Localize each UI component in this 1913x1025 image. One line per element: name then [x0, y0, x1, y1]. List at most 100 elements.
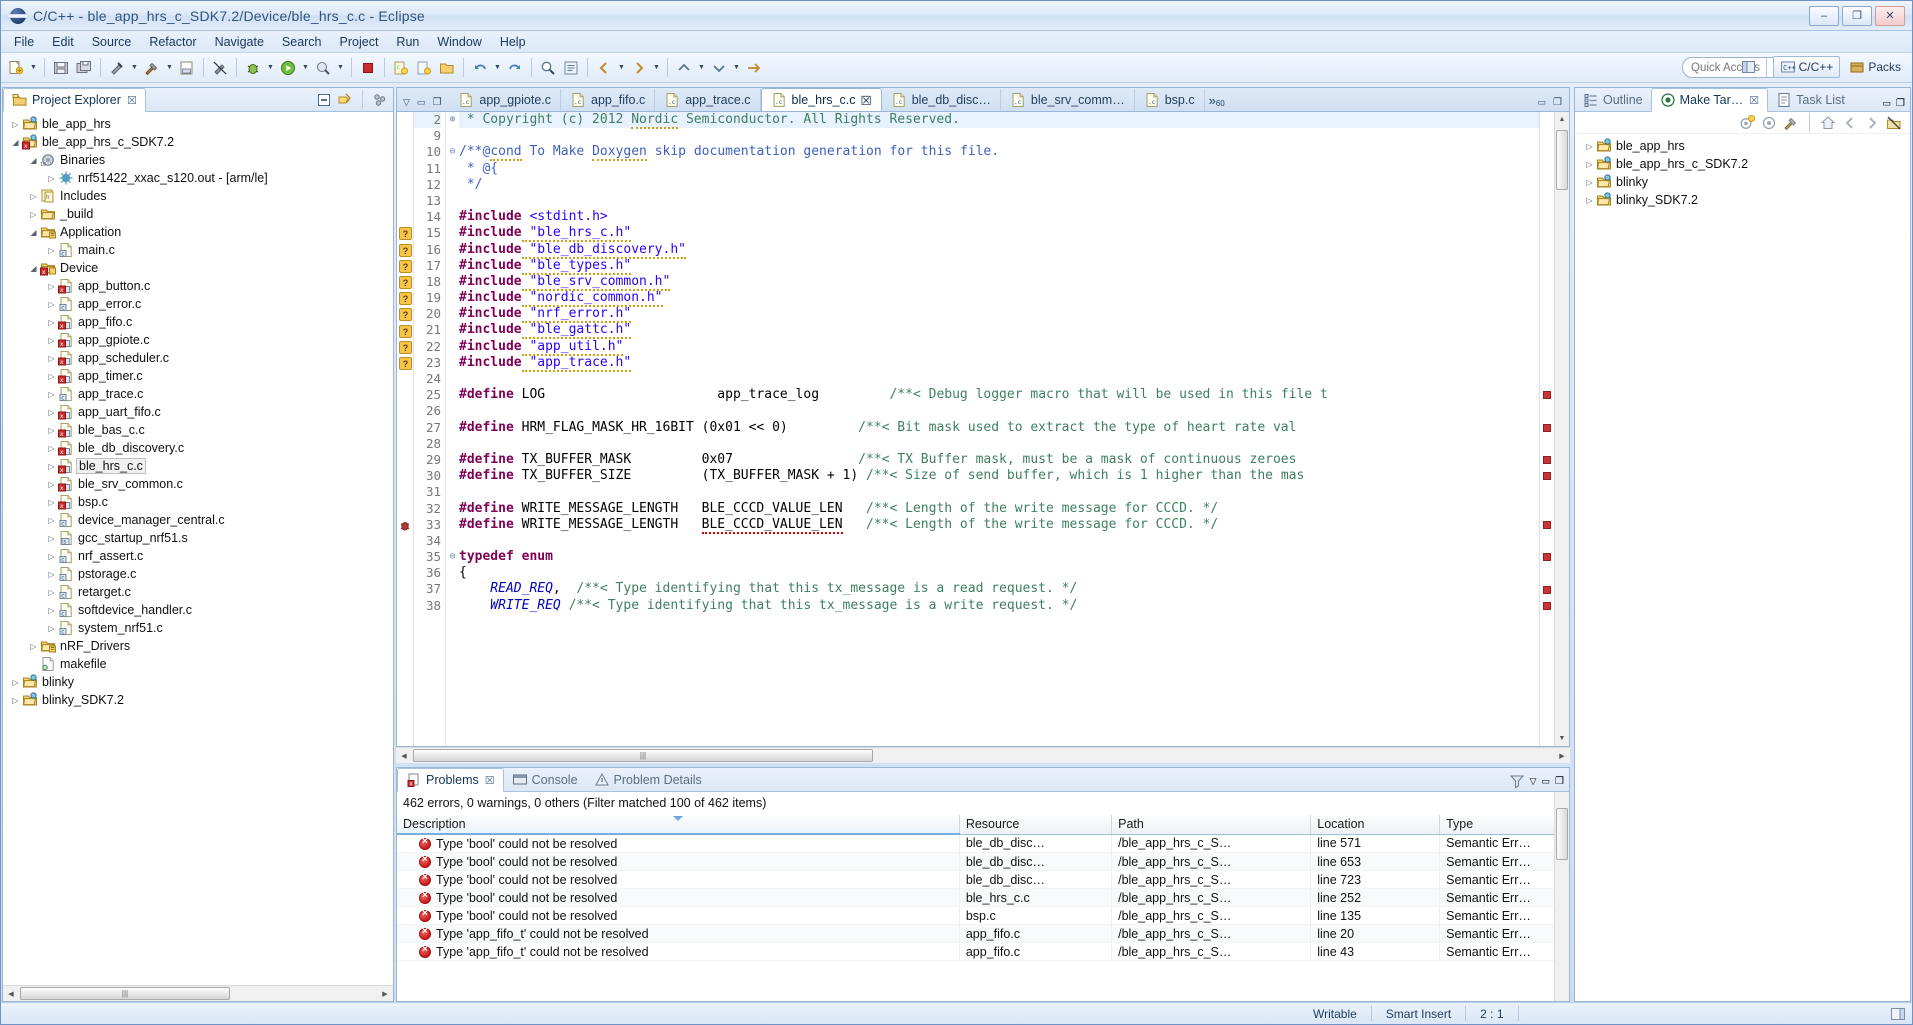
problem-row[interactable]: Type 'bool' could not be resolved ble_db_…	[397, 834, 1569, 853]
tree-item[interactable]: ▷ h Includes	[3, 187, 393, 205]
new-c-project-button[interactable]: c	[390, 57, 412, 79]
collapsed-twisty-icon[interactable]: ▷	[1583, 178, 1596, 187]
collapsed-twisty-icon[interactable]: ▷	[45, 570, 58, 579]
column-header-resource[interactable]: Resource	[959, 815, 1113, 835]
collapsed-twisty-icon[interactable]: ▷	[45, 606, 58, 615]
tab-problem-details[interactable]: Problem Details	[586, 768, 710, 791]
tree-item[interactable]: ▷ ble_app_hrs	[3, 115, 393, 133]
collapsed-twisty-icon[interactable]: ▷	[45, 480, 58, 489]
tree-item[interactable]: ▷ c softdevice_handler.c	[3, 601, 393, 619]
build-configurations-button[interactable]	[176, 57, 198, 79]
minimize-editor-stack-icon[interactable]: ▭	[1538, 97, 1547, 108]
editor-scroll-left-arrow[interactable]: ◀	[396, 748, 412, 763]
menu-help[interactable]: Help	[491, 33, 535, 51]
collapsed-twisty-icon[interactable]: ▷	[45, 174, 58, 183]
collapse-all-icon[interactable]	[316, 92, 332, 108]
collapsed-twisty-icon[interactable]: ▷	[45, 444, 58, 453]
code-line[interactable]: #include "ble_gattc.h"	[459, 322, 1539, 340]
warning-marker-icon[interactable]: ?	[399, 308, 412, 322]
tree-item[interactable]: ◢ Application	[3, 223, 393, 241]
tree-item[interactable]: ▷ x bsp.c	[3, 493, 393, 511]
build-dropdown-arrow[interactable]: ▼	[129, 57, 140, 79]
close-icon[interactable]: ☒	[1749, 94, 1759, 107]
warning-marker-icon[interactable]: ?	[399, 340, 412, 354]
tree-item[interactable]: ▷ x app_gpiote.c	[3, 331, 393, 349]
column-header-path[interactable]: Path	[1111, 815, 1312, 835]
problem-row[interactable]: Type 'bool' could not be resolved ble_db_…	[397, 870, 1569, 889]
overview-error-mark[interactable]	[1543, 391, 1551, 400]
collapsed-twisty-icon[interactable]: ▷	[45, 552, 58, 561]
tree-item[interactable]: ▷ nrf51422_xxac_s120.out - [arm/le]	[3, 169, 393, 187]
fold-toggle-icon[interactable]: ⊖	[446, 549, 459, 565]
code-line[interactable]: #define LOG app_trace_log /**< Debug log…	[459, 387, 1539, 403]
collapsed-twisty-icon[interactable]: ▷	[45, 246, 58, 255]
overview-error-mark[interactable]	[1543, 585, 1551, 594]
search-button[interactable]	[537, 57, 559, 79]
toggle-sidebar-icon[interactable]	[1890, 1006, 1906, 1022]
tree-item[interactable]: ◢ 10 Binaries	[3, 151, 393, 169]
collapsed-twisty-icon[interactable]: ▷	[45, 498, 58, 507]
collapsed-twisty-icon[interactable]: ▷	[45, 336, 58, 345]
previous-annotation-dropdown-arrow[interactable]: ▼	[696, 57, 707, 79]
problem-row[interactable]: Type 'bool' could not be resolved ble_hrs…	[397, 888, 1569, 907]
view-menu-icon[interactable]	[372, 92, 388, 108]
overview-error-mark[interactable]	[1543, 521, 1551, 529]
code-line[interactable]: #define WRITE_MESSAGE_LENGTH BLE_CCCD_VA…	[459, 516, 1539, 534]
collapsed-twisty-icon[interactable]: ▷	[45, 408, 58, 417]
tree-item[interactable]: ▷ x app_uart_fifo.c	[3, 403, 393, 421]
close-icon[interactable]: ☒	[485, 774, 495, 787]
tree-item[interactable]: ▷ x app_fifo.c	[3, 313, 393, 331]
collapsed-twisty-icon[interactable]: ▷	[45, 516, 58, 525]
close-icon[interactable]: ☒	[860, 93, 871, 108]
editor-tab-app-gpiote-c[interactable]: .c app_gpiote.c	[449, 89, 561, 111]
scroll-right-arrow[interactable]: ▶	[377, 986, 393, 1001]
tree-item[interactable]: ▷ c main.c	[3, 241, 393, 259]
code-line[interactable]: #define WRITE_MESSAGE_LENGTH BLE_CCCD_VA…	[459, 501, 1539, 517]
tree-item[interactable]: ▷ c nrf_assert.c	[3, 547, 393, 565]
code-line[interactable]	[459, 403, 1539, 419]
undo-dropdown-arrow[interactable]: ▼	[492, 57, 503, 79]
new-cpp-project-button[interactable]	[413, 57, 435, 79]
tab-make-target[interactable]: Make Tar… ☒	[1650, 88, 1769, 112]
menu-refactor[interactable]: Refactor	[140, 33, 205, 51]
close-icon[interactable]: ☒	[127, 94, 137, 107]
code-line[interactable]	[459, 533, 1539, 549]
tree-item[interactable]: ◢ x ble_app_hrs_c_SDK7.2	[3, 133, 393, 151]
warning-marker-icon[interactable]: ?	[399, 324, 412, 338]
tree-item[interactable]: ▷ c device_manager_central.c	[3, 511, 393, 529]
make-target-item[interactable]: ▷ ble_app_hrs	[1575, 137, 1910, 155]
tree-item[interactable]: ▷ c system_nrf51.c	[3, 619, 393, 637]
collapsed-twisty-icon[interactable]: ▷	[45, 390, 58, 399]
run-button[interactable]	[277, 57, 299, 79]
code-line[interactable]: #include "ble_hrs_c.h"	[459, 225, 1539, 243]
overview-error-mark[interactable]	[1543, 472, 1551, 481]
next-annotation-dropdown-arrow[interactable]: ▼	[731, 57, 742, 79]
code-line[interactable]: #include <stdint.h>	[459, 209, 1539, 225]
collapsed-twisty-icon[interactable]: ▷	[27, 210, 40, 219]
problems-table[interactable]: Description Resource Path Location Type Type…	[397, 815, 1569, 961]
collapsed-twisty-icon[interactable]: ▷	[1583, 160, 1596, 169]
editor-tab-ble-hrs-c-c[interactable]: .c ble_hrs_c.c ☒	[760, 88, 882, 111]
link-with-editor-icon[interactable]	[337, 92, 353, 108]
edit-make-target-icon[interactable]	[1761, 115, 1777, 131]
collapsed-twisty-icon[interactable]: ▷	[45, 588, 58, 597]
collapsed-twisty-icon[interactable]: ▷	[9, 120, 22, 129]
tree-item[interactable]: ▷ blinky	[3, 673, 393, 691]
collapsed-twisty-icon[interactable]: ▷	[45, 372, 58, 381]
collapsed-twisty-icon[interactable]: ▷	[45, 354, 58, 363]
add-make-target-icon[interactable]	[1739, 114, 1755, 131]
perspective-cpp[interactable]: C++ C/C++	[1772, 56, 1841, 78]
tree-item[interactable]: ▷ x ble_hrs_c.c	[3, 457, 393, 475]
code-line[interactable]: #define TX_BUFFER_SIZE (TX_BUFFER_MASK +…	[459, 468, 1539, 484]
code-line[interactable]	[459, 128, 1539, 144]
back-dropdown-arrow[interactable]: ▼	[616, 57, 627, 79]
fold-toggle-icon[interactable]: ⊖	[446, 144, 459, 160]
collapsed-twisty-icon[interactable]: ▷	[45, 534, 58, 543]
editor-overview-ruler[interactable]	[1539, 112, 1554, 746]
problem-row[interactable]: Type 'bool' could not be resolved bsp.c/b…	[397, 906, 1569, 925]
tab-project-explorer[interactable]: Project Explorer ☒	[3, 88, 146, 112]
scroll-up-arrow[interactable]: ▲	[1555, 112, 1569, 127]
filters-icon[interactable]	[1509, 773, 1525, 789]
maximize-button[interactable]: ❐	[1842, 5, 1872, 26]
overview-error-mark[interactable]	[1543, 423, 1551, 432]
